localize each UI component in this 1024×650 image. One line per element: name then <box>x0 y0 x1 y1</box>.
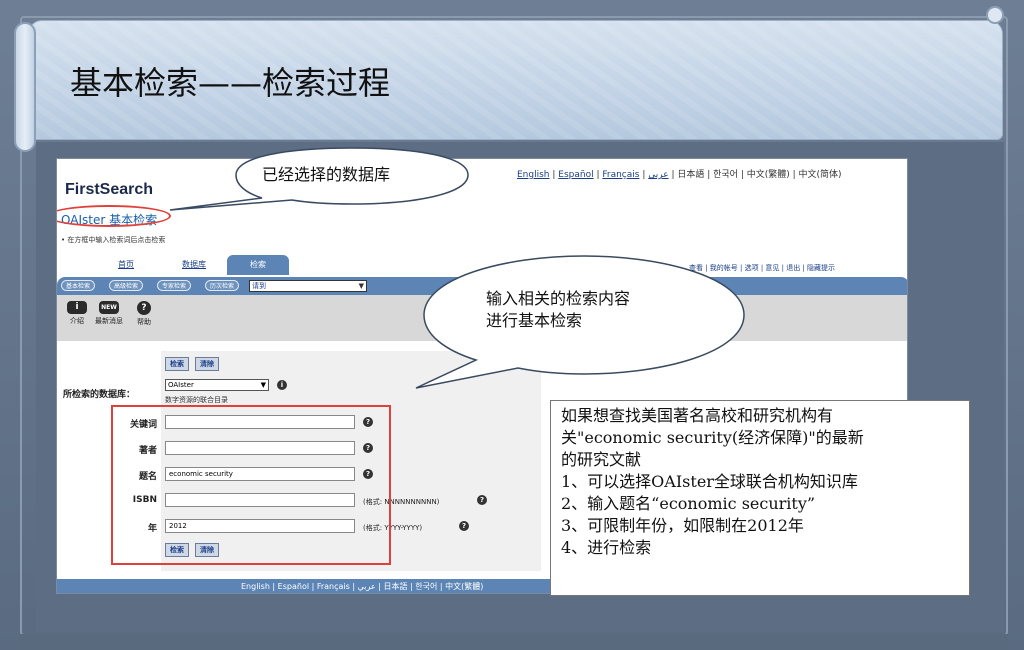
explanation-note: 如果想查找美国著名高校和研究机构有 关"economic security(经济… <box>550 400 970 596</box>
callout-input-line1: 输入相关的检索内容 <box>486 289 631 308</box>
note-line: 的研究文献 <box>561 450 642 469</box>
note-line: 4、进行检索 <box>561 538 652 557</box>
callout-input-line2: 进行基本检索 <box>486 311 583 330</box>
note-line: 1、可以选择OAIster全球联合机构知识库 <box>561 472 858 491</box>
note-line: 关"economic security(经济保障)"的最新 <box>561 428 864 447</box>
note-line: 2、输入题名“economic security” <box>561 494 816 513</box>
note-line: 3、可限制年份，如限制在2012年 <box>561 516 804 535</box>
note-line: 如果想查找美国著名高校和研究机构有 <box>561 406 834 425</box>
